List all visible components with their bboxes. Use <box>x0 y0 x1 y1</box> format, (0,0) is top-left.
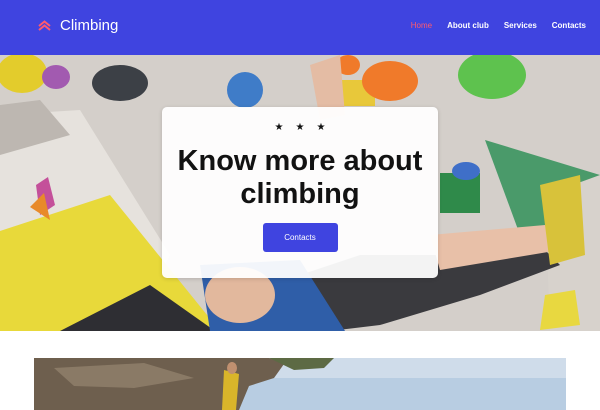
top-navbar: Climbing Home About club Services Contac… <box>0 0 600 55</box>
hero-headline-line-2: climbing <box>240 178 360 210</box>
cliff-photo <box>34 358 566 410</box>
star-icon: ★ <box>274 122 284 133</box>
rating-stars: ★ ★ ★ <box>162 122 438 134</box>
gallery-image <box>34 358 566 410</box>
hero-card: ★ ★ ★ Know more about climbing Contacts <box>162 107 438 278</box>
nav-link-services[interactable]: Services <box>504 21 537 30</box>
nav-link-contacts[interactable]: Contacts <box>552 21 586 30</box>
brand-logo-link[interactable]: Climbing <box>38 17 118 34</box>
star-icon: ★ <box>295 122 305 133</box>
hero-headline: Know more about climbing <box>162 145 438 211</box>
double-chevron-up-icon <box>38 20 51 31</box>
star-icon: ★ <box>316 122 326 133</box>
nav-link-home[interactable]: Home <box>411 21 432 30</box>
brand-name: Climbing <box>60 17 119 34</box>
hero-headline-line-1: Know more about <box>177 145 423 177</box>
nav-link-about-club[interactable]: About club <box>447 21 489 30</box>
contacts-button[interactable]: Contacts <box>262 223 338 252</box>
main-nav: Home About club Services Contacts <box>411 21 586 30</box>
